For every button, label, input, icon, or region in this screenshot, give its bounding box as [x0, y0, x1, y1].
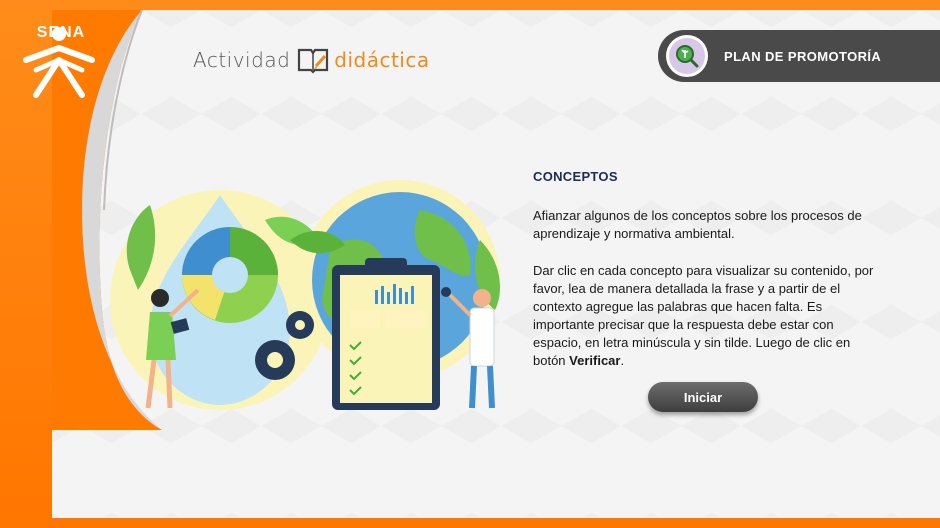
magnifier-plant-icon: [676, 45, 699, 68]
activity-title: Actividad didáctica: [193, 44, 430, 76]
start-button[interactable]: Iniciar: [648, 382, 758, 412]
title-part2: didáctica: [334, 48, 430, 72]
instructions-end: .: [620, 353, 625, 368]
intro-paragraph: Afianzar algunos de los conceptos sobre …: [533, 208, 862, 241]
badge-label: PLAN DE PROMOTORÍA: [724, 48, 882, 64]
badge-icon-circle: [666, 35, 708, 77]
instructions-paragraph: Dar clic en cada concepto para visualiza…: [533, 262, 878, 370]
verify-keyword: Verificar: [569, 353, 621, 368]
environment-illustration: [110, 180, 500, 410]
topic-badge: PLAN DE PROMOTORÍA: [658, 30, 940, 82]
book-pencil-icon: [298, 48, 329, 74]
section-title: CONCEPTOS: [533, 169, 618, 184]
title-part1: Actividad: [193, 48, 291, 72]
logo-text: SENA: [36, 24, 86, 41]
